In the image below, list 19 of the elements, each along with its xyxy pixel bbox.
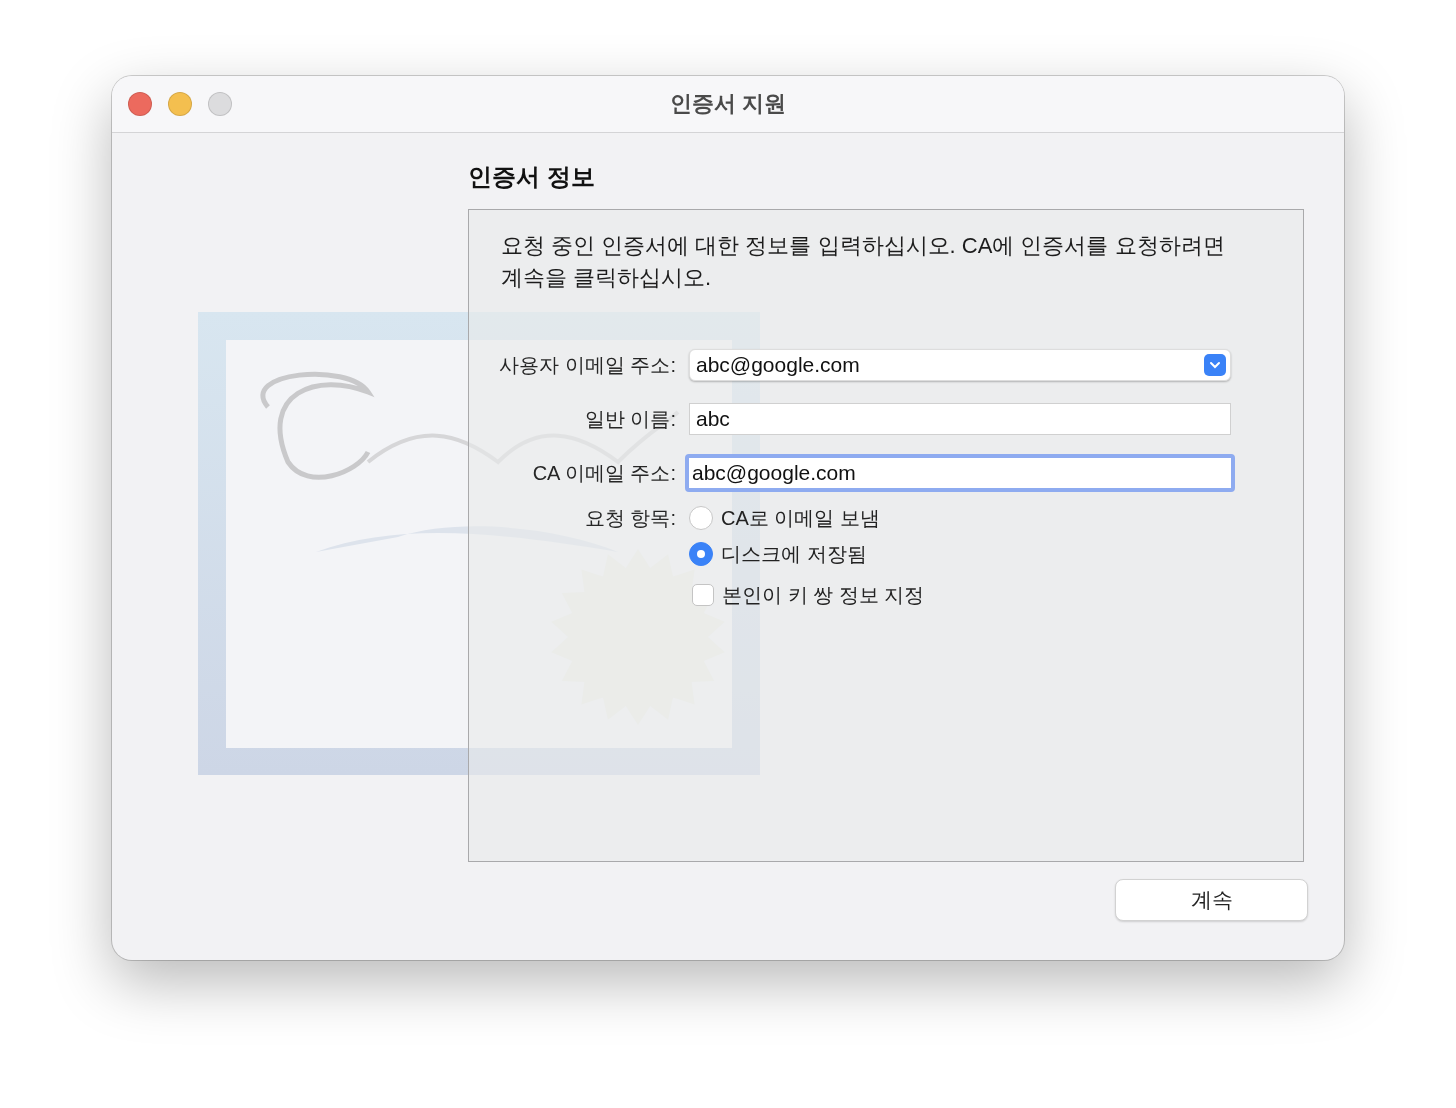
continue-button[interactable]: 계속 xyxy=(1115,879,1308,921)
section-heading: 인증서 정보 xyxy=(468,162,595,192)
instructions-text: 요청 중인 인증서에 대한 정보를 입력하십시오. CA에 인증서를 요청하려면 계속을 클릭하십시오. xyxy=(501,232,1226,292)
input-field[interactable]: abc xyxy=(689,403,1231,435)
field-label: 일반 이름: xyxy=(584,406,676,432)
field-label: 사용자 이메일 주소: xyxy=(499,352,676,378)
email-dropdown[interactable]: abc@google.com xyxy=(689,349,1231,381)
field-label: CA 이메일 주소: xyxy=(532,460,676,486)
field-label: 요청 항목: xyxy=(584,506,676,531)
checkbox-label[interactable]: 본인이 키 쌍 정보 지정 xyxy=(722,581,925,609)
radio-label[interactable]: 디스크에 저장됨 xyxy=(721,540,867,568)
zoom-button[interactable] xyxy=(208,92,232,116)
checkbox[interactable] xyxy=(692,584,714,606)
input-field[interactable]: abc@google.com xyxy=(685,454,1235,492)
radio-label[interactable]: CA로 이메일 보냄 xyxy=(721,504,880,532)
close-button[interactable] xyxy=(128,92,152,116)
minimize-button[interactable] xyxy=(168,92,192,116)
chevron-down-icon[interactable] xyxy=(1204,354,1226,376)
window-title: 인증서 지원 xyxy=(669,91,787,116)
